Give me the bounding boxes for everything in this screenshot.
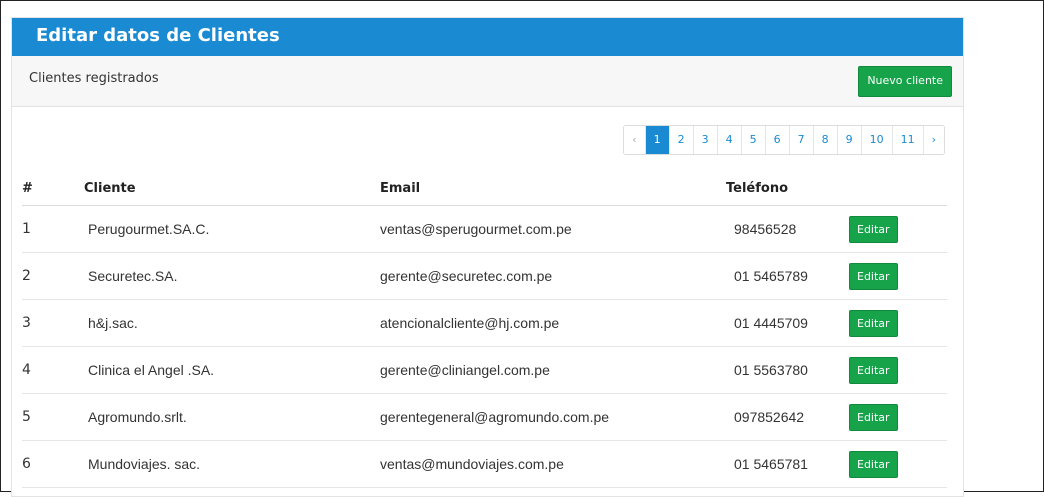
pagination-page-3[interactable]: 3 <box>692 126 717 154</box>
row-number: 1 <box>22 205 84 253</box>
row-number: 6 <box>22 440 84 488</box>
client-name: Mundoviajes. sac. <box>84 440 380 488</box>
registered-clients-label: Clientes registrados <box>29 71 159 86</box>
table-body: 1 Perugourmet.SA.C. ventas@sperugourmet.co… <box>22 205 947 488</box>
edit-button[interactable]: Editar <box>849 356 898 384</box>
client-phone: 097852642 <box>726 393 849 441</box>
row-actions: Editar <box>849 299 947 347</box>
pagination-page-8[interactable]: 8 <box>812 126 837 154</box>
pagination-page-11[interactable]: 11 <box>891 126 923 154</box>
table-row: 3 h&j.sac. atencionalcliente@hj.com.pe 01 4… <box>22 299 947 347</box>
client-name: Securetec.SA. <box>84 252 380 300</box>
table-row: 5 Agromundo.srlt. gerentegeneral@agromundo… <box>22 393 947 441</box>
client-name: h&j.sac. <box>84 299 380 347</box>
table-row: 6 Mundoviajes. sac. ventas@mundoviajes.com… <box>22 440 947 488</box>
edit-button[interactable]: Editar <box>849 215 898 243</box>
edit-button[interactable]: Editar <box>849 450 898 478</box>
row-actions: Editar <box>849 393 947 441</box>
page-title: Editar datos de Clientes <box>36 25 280 46</box>
table-row: 2 Securetec.SA. gerente@securetec.com.pe 01… <box>22 252 947 300</box>
row-number: 4 <box>22 346 84 394</box>
row-actions: Editar <box>849 346 947 394</box>
column-header-email: Email <box>380 171 726 206</box>
pagination-prev-button[interactable]: ‹ <box>624 126 645 154</box>
column-header-telefono: Teléfono <box>726 171 849 206</box>
pagination: ‹ 1 2 3 4 5 6 7 8 9 10 11 › <box>623 125 945 155</box>
clients-table: # Cliente Email Teléfono 1 Perugourmet.SA… <box>22 171 947 488</box>
column-header-cliente: Cliente <box>84 171 380 206</box>
client-email: ventas@mundoviajes.com.pe <box>380 440 726 488</box>
clients-panel: Editar datos de Clientes Clientes regist… <box>11 17 964 497</box>
new-client-button[interactable]: Nuevo cliente <box>858 66 952 97</box>
pagination-page-4[interactable]: 4 <box>716 126 741 154</box>
row-number: 5 <box>22 393 84 441</box>
client-name: Agromundo.srlt. <box>84 393 380 441</box>
pagination-page-1[interactable]: 1 <box>644 126 669 154</box>
row-number: 2 <box>22 252 84 300</box>
client-phone: 01 4445709 <box>726 299 849 347</box>
edit-button[interactable]: Editar <box>849 309 898 337</box>
client-email: gerentegeneral@agromundo.com.pe <box>380 393 726 441</box>
row-actions: Editar <box>849 252 947 300</box>
pagination-page-6[interactable]: 6 <box>764 126 789 154</box>
edit-button[interactable]: Editar <box>849 262 898 290</box>
client-name: Perugourmet.SA.C. <box>84 205 380 253</box>
table-row: 1 Perugourmet.SA.C. ventas@sperugourmet.co… <box>22 205 947 253</box>
panel-subheader: Clientes registrados Nuevo cliente <box>12 56 963 107</box>
client-phone: 98456528 <box>726 205 849 253</box>
pagination-page-10[interactable]: 10 <box>860 126 892 154</box>
client-email: gerente@cliniangel.com.pe <box>380 346 726 394</box>
row-actions: Editar <box>849 440 947 488</box>
panel-header: Editar datos de Clientes <box>12 18 963 56</box>
column-header-actions <box>849 171 947 206</box>
client-email: ventas@sperugourmet.com.pe <box>380 205 726 253</box>
pagination-page-5[interactable]: 5 <box>740 126 765 154</box>
pagination-page-9[interactable]: 9 <box>836 126 861 154</box>
column-header-num: # <box>22 171 84 206</box>
client-phone: 01 5465789 <box>726 252 849 300</box>
row-actions: Editar <box>849 205 947 253</box>
client-email: atencionalcliente@hj.com.pe <box>380 299 726 347</box>
row-number: 3 <box>22 299 84 347</box>
table-header-row: # Cliente Email Teléfono <box>22 171 947 206</box>
client-phone: 01 5563780 <box>726 346 849 394</box>
edit-button[interactable]: Editar <box>849 403 898 431</box>
pagination-next-button[interactable]: › <box>922 126 944 154</box>
pagination-page-7[interactable]: 7 <box>788 126 813 154</box>
table-row: 4 Clinica el Angel .SA. gerente@cliniangel… <box>22 346 947 394</box>
pagination-page-2[interactable]: 2 <box>668 126 693 154</box>
client-phone: 01 5465781 <box>726 440 849 488</box>
client-name: Clinica el Angel .SA. <box>84 346 380 394</box>
client-email: gerente@securetec.com.pe <box>380 252 726 300</box>
